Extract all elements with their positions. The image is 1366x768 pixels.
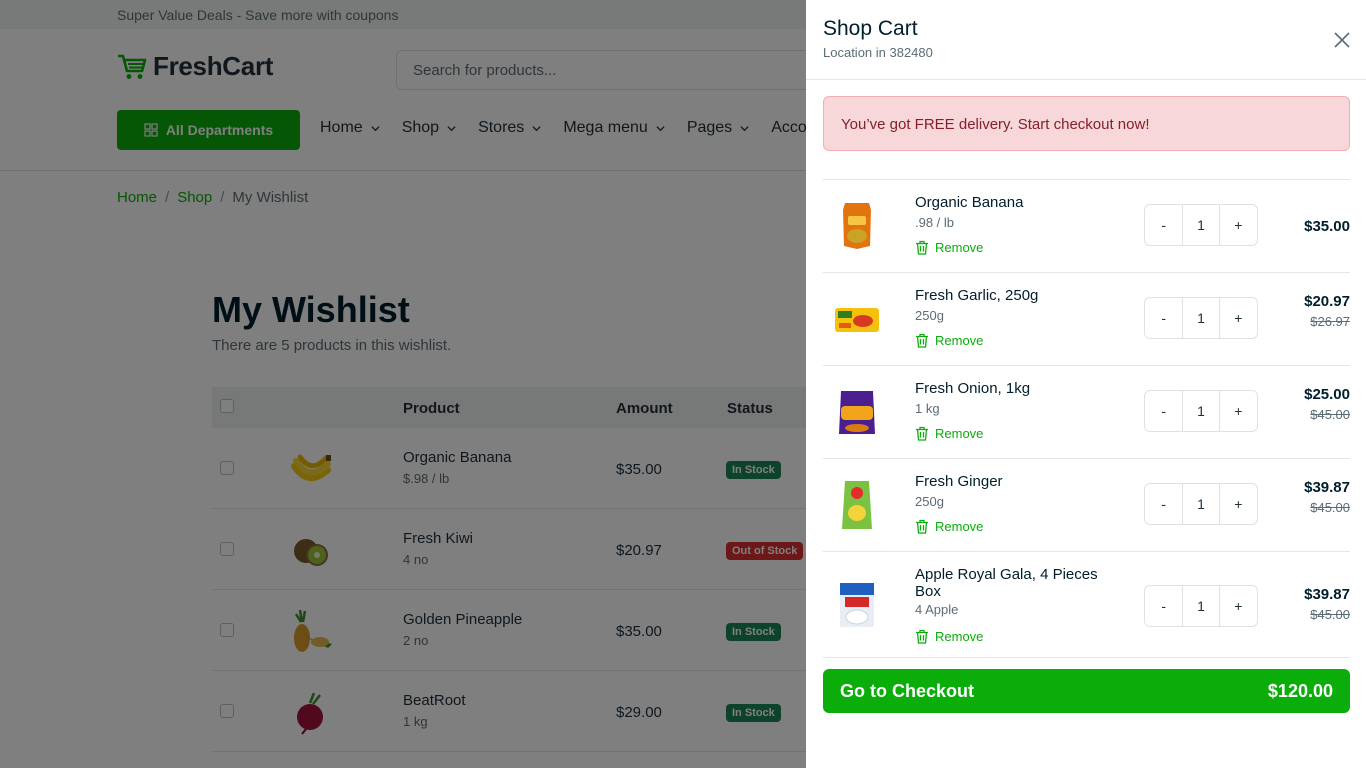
cart-item: Fresh Ginger 250g Remove - 1 + $39.87 $4…: [823, 459, 1350, 552]
cart-item-meta: .98 / lb: [915, 215, 955, 230]
original-price: $45.00: [1310, 607, 1350, 622]
current-price: $39.87: [1304, 479, 1350, 496]
close-button[interactable]: [1331, 29, 1353, 51]
decrement-button[interactable]: -: [1145, 586, 1182, 626]
cart-item-name[interactable]: Organic Banana: [915, 194, 1115, 211]
current-price: $25.00: [1304, 386, 1350, 403]
trash-icon: [916, 240, 928, 255]
cart-item-price: $39.87 $45.00: [1304, 586, 1350, 622]
cart-item: Apple Royal Gala, 4 Pieces Box 4 Apple R…: [823, 552, 1350, 658]
remove-label: Remove: [935, 629, 984, 644]
decrement-button[interactable]: -: [1145, 484, 1182, 524]
original-price: $45.00: [1310, 407, 1350, 422]
close-icon: [1334, 32, 1350, 48]
remove-button[interactable]: Remove: [915, 629, 983, 644]
current-price: $39.87: [1304, 586, 1350, 603]
product-thumbnail: [842, 481, 872, 529]
increment-button[interactable]: +: [1220, 205, 1257, 245]
cart-location: Location in 382480: [823, 45, 933, 60]
cart-drawer: Shop Cart Location in 382480 You’ve got …: [806, 0, 1366, 768]
remove-button[interactable]: Remove: [915, 426, 983, 441]
quantity-input[interactable]: 1: [1182, 484, 1220, 524]
cart-item-meta: 4 Apple: [915, 602, 959, 617]
product-thumbnail: [839, 391, 875, 434]
cart-title: Shop Cart: [823, 17, 918, 40]
increment-button[interactable]: +: [1220, 391, 1257, 431]
cart-item: Fresh Onion, 1kg 1 kg Remove - 1 + $25.0…: [823, 366, 1350, 459]
original-price: $45.00: [1310, 500, 1350, 515]
quantity-stepper: - 1 +: [1144, 204, 1258, 246]
trash-icon: [916, 519, 928, 534]
modal-backdrop[interactable]: [0, 0, 806, 768]
quantity-stepper: - 1 +: [1144, 297, 1258, 339]
cart-item-price: $39.87 $45.00: [1304, 479, 1350, 515]
product-thumbnail: [835, 308, 879, 332]
go-to-checkout-button[interactable]: Go to Checkout $120.00: [823, 669, 1350, 713]
increment-button[interactable]: +: [1220, 586, 1257, 626]
remove-button[interactable]: Remove: [915, 519, 983, 534]
checkout-label: Go to Checkout: [840, 680, 974, 701]
decrement-button[interactable]: -: [1145, 391, 1182, 431]
cart-item-name[interactable]: Apple Royal Gala, 4 Pieces Box: [915, 566, 1115, 600]
current-price: $20.97: [1304, 293, 1350, 310]
quantity-input[interactable]: 1: [1182, 586, 1220, 626]
trash-icon: [916, 333, 928, 348]
remove-button[interactable]: Remove: [915, 333, 983, 348]
decrement-button[interactable]: -: [1145, 298, 1182, 338]
increment-button[interactable]: +: [1220, 298, 1257, 338]
cart-header: Shop Cart Location in 382480: [806, 0, 1366, 80]
cart-item-name[interactable]: Fresh Garlic, 250g: [915, 287, 1115, 304]
current-price: $35.00: [1304, 218, 1350, 235]
quantity-stepper: - 1 +: [1144, 585, 1258, 627]
cart-items-list: Organic Banana .98 / lb Remove - 1 + $35…: [823, 179, 1350, 658]
trash-icon: [916, 426, 928, 441]
remove-label: Remove: [935, 333, 984, 348]
cart-item: Fresh Garlic, 250g 250g Remove - 1 + $20…: [823, 273, 1350, 366]
cart-item-meta: 250g: [915, 494, 944, 509]
checkout-total: $120.00: [1267, 680, 1333, 701]
cart-item-meta: 250g: [915, 308, 944, 323]
quantity-input[interactable]: 1: [1182, 391, 1220, 431]
original-price: $26.97: [1310, 314, 1350, 329]
product-thumbnail: [840, 583, 874, 627]
quantity-input[interactable]: 1: [1182, 205, 1220, 245]
product-thumbnail: [843, 203, 871, 249]
quantity-stepper: - 1 +: [1144, 483, 1258, 525]
quantity-input[interactable]: 1: [1182, 298, 1220, 338]
remove-button[interactable]: Remove: [915, 240, 983, 255]
remove-label: Remove: [935, 240, 984, 255]
cart-item: Organic Banana .98 / lb Remove - 1 + $35…: [823, 180, 1350, 273]
free-delivery-alert: You’ve got FREE delivery. Start checkout…: [823, 96, 1350, 151]
remove-label: Remove: [935, 519, 984, 534]
cart-item-name[interactable]: Fresh Onion, 1kg: [915, 380, 1115, 397]
cart-item-price: $25.00 $45.00: [1304, 386, 1350, 422]
cart-item-name[interactable]: Fresh Ginger: [915, 473, 1115, 490]
increment-button[interactable]: +: [1220, 484, 1257, 524]
quantity-stepper: - 1 +: [1144, 390, 1258, 432]
cart-item-meta: 1 kg: [915, 401, 940, 416]
cart-item-price: $20.97 $26.97: [1304, 293, 1350, 329]
trash-icon: [916, 629, 928, 644]
decrement-button[interactable]: -: [1145, 205, 1182, 245]
remove-label: Remove: [935, 426, 984, 441]
cart-item-price: $35.00: [1304, 218, 1350, 235]
